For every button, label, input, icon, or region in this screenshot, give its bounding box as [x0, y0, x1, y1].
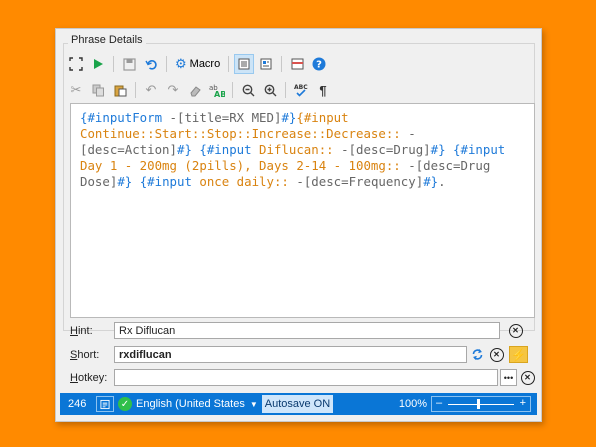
rich-text-view-icon[interactable] [256, 54, 276, 74]
lightning-icon: ⚡ [511, 347, 526, 362]
document-icon [100, 399, 110, 409]
editor-token: once daily:: [199, 174, 289, 189]
group-title: Phrase Details [68, 34, 146, 46]
phrase-editor[interactable]: {#inputForm -[title=RX MED]#}{#input Con… [70, 103, 535, 318]
cut-icon[interactable]: ✂ [66, 80, 86, 100]
undo-arrow-icon[interactable] [141, 54, 161, 74]
plain-text-view-icon[interactable] [234, 54, 255, 74]
eraser-icon[interactable] [185, 80, 205, 100]
toolbar-top: ⚙ Macro ? [66, 53, 329, 75]
editor-token: {#input [132, 174, 200, 189]
language-label: English (United States [136, 398, 245, 410]
hint-input[interactable]: Rx Diflucan [114, 322, 500, 339]
ellipsis-icon: ••• [503, 372, 514, 383]
hotkey-label: Hotkey: [70, 371, 108, 384]
change-case-icon[interactable]: ab AB [207, 80, 227, 100]
editor-token: Day 1 - 200mg (2pills), Days 2-14 - 100m… [80, 158, 401, 173]
help-icon[interactable]: ? [309, 54, 329, 74]
check-icon: ✓ [118, 397, 132, 411]
save-icon[interactable] [119, 54, 139, 74]
editor-token: {#inputForm [80, 110, 170, 125]
editor-token: -[desc=Drug] [333, 142, 431, 157]
short-row: Short: rxdiflucan ✕ ⚡ [70, 345, 528, 364]
editor-token: Diflucan:: [259, 142, 334, 157]
clear-short-button[interactable]: ✕ [488, 346, 505, 363]
language-selector[interactable]: ✓ English (United States ▼ [118, 397, 258, 411]
zoom-thumb[interactable] [477, 399, 480, 409]
toolbar-divider [285, 82, 286, 98]
zoom-out-icon[interactable] [238, 80, 258, 100]
refresh-icon [472, 349, 483, 360]
lightning-button[interactable]: ⚡ [509, 346, 528, 363]
editor-token: #} [176, 142, 192, 157]
svg-text:ABC: ABC [294, 84, 308, 91]
close-icon: ✕ [520, 370, 535, 385]
undo-icon[interactable]: ↶ [141, 80, 161, 100]
macro-label: Macro [189, 58, 221, 70]
hint-label: Hint: [70, 324, 93, 337]
editor-token: {#input [191, 142, 260, 157]
character-count: 246 [68, 398, 87, 410]
hotkey-row: Hotkey: ••• ✕ [70, 368, 536, 387]
chevron-down-icon: ▼ [249, 399, 258, 409]
editor-token: -[desc=Frequency] [288, 174, 424, 189]
editor-token: -[title=RX MED] [169, 110, 282, 125]
zoom-slider[interactable]: – + [431, 396, 531, 412]
zoom-level: 100% [398, 398, 427, 410]
toolbar-divider [113, 56, 114, 72]
macro-button[interactable]: ⚙ Macro [172, 54, 223, 74]
clear-hint-button[interactable]: ✕ [507, 322, 524, 339]
toolbar-divider [228, 56, 230, 72]
svg-text:AB: AB [214, 90, 225, 97]
hotkey-browse-button[interactable]: ••• [500, 369, 517, 386]
gear-icon: ⚙ [175, 56, 187, 71]
toolbar-divider [135, 82, 136, 98]
refresh-short-button[interactable] [469, 346, 486, 363]
fit-icon[interactable] [66, 54, 86, 74]
spellcheck-icon[interactable]: ABC [291, 80, 311, 100]
close-icon: ✕ [508, 323, 523, 338]
editor-token: . [438, 174, 446, 189]
zoom-track-line [448, 404, 514, 405]
minus-icon: – [436, 397, 443, 409]
short-label: Short: [70, 348, 100, 361]
toolbar-divider [166, 56, 167, 72]
phrase-window: Phrase Details ⚙ Macro ? ✂ ↶ ↷ ab AB ABC… [55, 28, 542, 422]
editor-token: #} [423, 174, 439, 189]
hint-row: Hint: Rx Diflucan ✕ [70, 321, 524, 340]
toolbar-divider [232, 82, 233, 98]
hotkey-input[interactable] [114, 369, 498, 386]
redo-icon[interactable]: ↷ [163, 80, 183, 100]
toolbar-edit: ✂ ↶ ↷ ab AB ABC ¶ [66, 79, 333, 101]
play-icon[interactable] [88, 54, 108, 74]
svg-text:?: ? [316, 60, 322, 71]
word-wrap-toggle[interactable] [96, 396, 114, 412]
insert-table-icon[interactable] [287, 54, 307, 74]
paste-icon[interactable] [110, 80, 130, 100]
autosave-toggle[interactable]: Autosave ON [261, 395, 334, 413]
editor-token: #} [117, 174, 133, 189]
plus-icon: + [519, 397, 526, 409]
editor-token: #} [430, 142, 446, 157]
close-icon: ✕ [489, 347, 504, 362]
pilcrow-icon[interactable]: ¶ [313, 80, 333, 100]
toolbar-divider [281, 56, 283, 72]
short-input[interactable]: rxdiflucan [114, 346, 467, 363]
editor-token: {#input [453, 142, 506, 157]
clear-hotkey-button[interactable]: ✕ [519, 369, 536, 386]
editor-token: #} [281, 110, 297, 125]
status-bar: 246 ✓ English (United States ▼ Autosave … [60, 393, 537, 415]
copy-icon[interactable] [88, 80, 108, 100]
zoom-in-icon[interactable] [260, 80, 280, 100]
